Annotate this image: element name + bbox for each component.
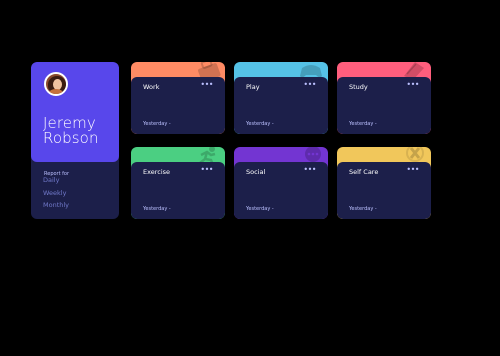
activity-card-self-care: Self Care ••• Yesterday -: [337, 147, 431, 219]
activity-card-body: Play ••• Yesterday -: [234, 77, 328, 134]
dashboard: Report for Jeremy Robson Daily Weekly Mo…: [0, 0, 500, 356]
activity-card-body: Exercise ••• Yesterday -: [131, 162, 225, 219]
activity-card-study: Study ••• Yesterday -: [337, 62, 431, 134]
activity-card-exercise: Exercise ••• Yesterday -: [131, 147, 225, 219]
user-name: Jeremy Robson: [43, 114, 99, 147]
ellipsis-icon[interactable]: •••: [406, 81, 419, 89]
ellipsis-icon[interactable]: •••: [406, 166, 419, 174]
profile-header: Report for Jeremy Robson: [31, 62, 119, 177]
activity-card-social: Social ••• Yesterday -: [234, 147, 328, 219]
activity-card-body: Self Care ••• Yesterday -: [337, 162, 431, 219]
activity-title: Social: [246, 168, 266, 176]
activity-card-play: Play ••• Yesterday -: [234, 62, 328, 134]
activity-title: Play: [246, 83, 260, 91]
activity-card-body: Social ••• Yesterday -: [234, 162, 328, 219]
activity-title: Exercise: [143, 168, 171, 176]
ellipsis-icon[interactable]: •••: [303, 81, 316, 89]
previous-period: Yesterday -: [246, 121, 274, 127]
previous-period: Yesterday -: [349, 206, 377, 212]
activity-title: Work: [143, 83, 160, 91]
previous-period: Yesterday -: [143, 121, 171, 127]
nav-weekly[interactable]: Weekly: [43, 187, 69, 200]
ellipsis-icon[interactable]: •••: [303, 166, 316, 174]
nav-daily[interactable]: Daily: [43, 174, 69, 187]
activity-card-body: Work ••• Yesterday -: [131, 77, 225, 134]
profile-card: Report for Jeremy Robson Daily Weekly Mo…: [31, 62, 119, 219]
ellipsis-icon[interactable]: •••: [200, 81, 213, 89]
ellipsis-icon[interactable]: •••: [200, 166, 213, 174]
activity-title: Self Care: [349, 168, 379, 176]
previous-period: Yesterday -: [246, 206, 274, 212]
previous-period: Yesterday -: [143, 206, 171, 212]
previous-period: Yesterday -: [349, 121, 377, 127]
activity-title: Study: [349, 83, 368, 91]
activity-card-body: Study ••• Yesterday -: [337, 77, 431, 134]
timeframe-nav: Daily Weekly Monthly: [43, 174, 69, 212]
avatar: [44, 72, 68, 96]
activity-card-work: Work ••• Yesterday -: [131, 62, 225, 134]
nav-monthly[interactable]: Monthly: [43, 199, 69, 212]
